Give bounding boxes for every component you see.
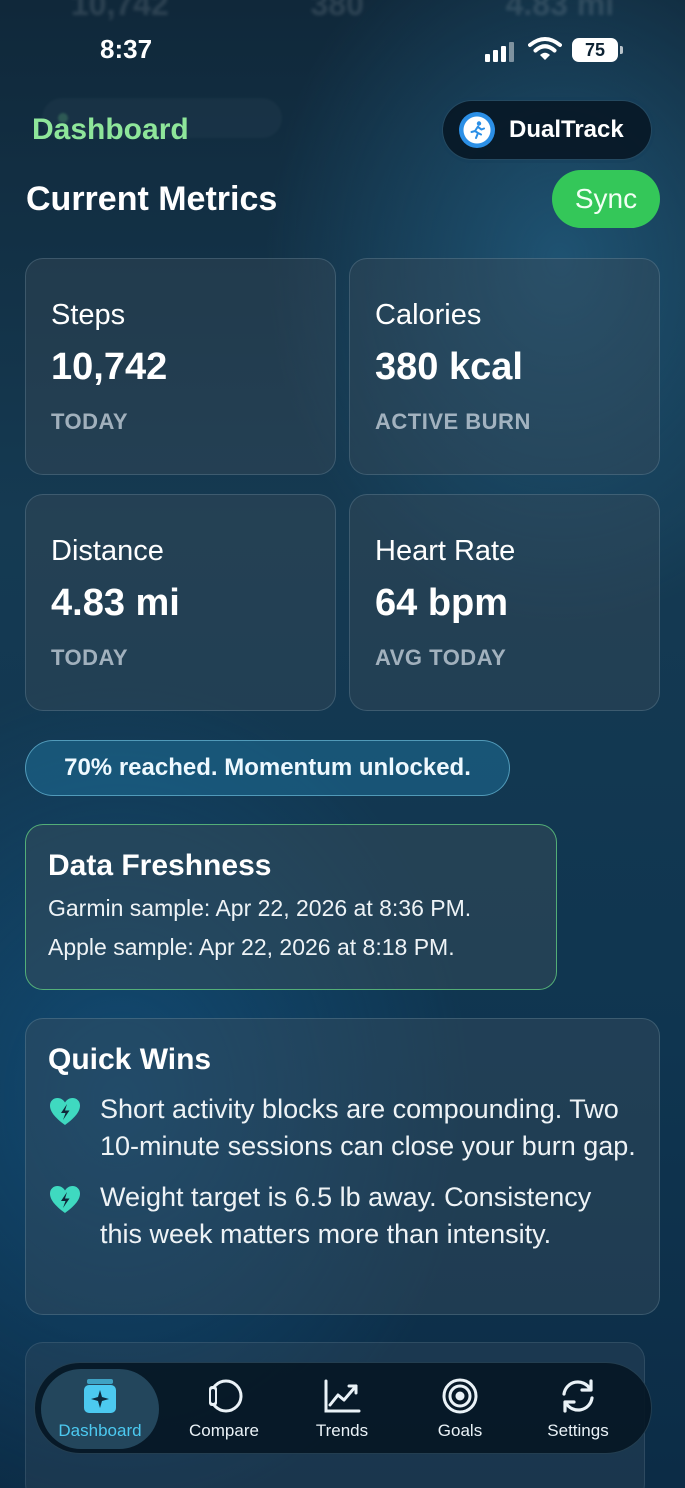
cellular-signal-icon	[485, 40, 514, 62]
target-icon	[442, 1378, 478, 1414]
metric-label: Distance	[51, 535, 164, 567]
watch-icon	[209, 1379, 243, 1413]
sync-arrows-icon	[562, 1379, 594, 1413]
brand-name: DualTrack	[509, 116, 624, 143]
card-title: Data Freshness	[48, 849, 272, 882]
section-title: Current Metrics	[26, 180, 278, 218]
status-bar: 8:37 75	[0, 0, 685, 100]
metric-label: Steps	[51, 299, 126, 331]
metric-card-distance[interactable]: Distance 4.83 mi TODAY	[25, 494, 336, 711]
tab-bar: Dashboard Compare Trends Goals Settings	[34, 1362, 652, 1454]
brand-pill[interactable]: DualTrack	[442, 100, 652, 160]
metric-subtitle: TODAY	[51, 645, 129, 670]
metric-card-calories[interactable]: Calories 380 kcal ACTIVE BURN	[349, 258, 660, 475]
tab-label: Compare	[189, 1421, 259, 1440]
tab-label: Goals	[437, 1421, 483, 1440]
metric-card-heart-rate[interactable]: Heart Rate 64 bpm AVG TODAY	[349, 494, 660, 711]
quick-wins-card: Quick Wins Short activity blocks are com…	[25, 1018, 660, 1315]
tab-label: Settings	[547, 1421, 609, 1440]
runner-icon	[470, 121, 485, 139]
metric-subtitle: AVG TODAY	[375, 645, 507, 670]
metric-value: 380 kcal	[375, 346, 523, 388]
metric-label: Calories	[375, 299, 482, 331]
tab-settings[interactable]: Settings	[519, 1369, 637, 1449]
runner-logo-icon	[459, 112, 495, 148]
card-title: Quick Wins	[48, 1043, 212, 1076]
metric-value: 10,742	[51, 346, 168, 388]
data-freshness-card: Data Freshness Garmin sample: Apr 22, 20…	[25, 824, 557, 990]
tab-dashboard[interactable]: Dashboard	[41, 1369, 159, 1449]
tab-trends[interactable]: Trends	[283, 1369, 401, 1449]
metric-label: Heart Rate	[375, 535, 516, 567]
quick-win-text: Weight target is 6.5 lb away. Consistenc…	[100, 1182, 592, 1249]
page-title: Dashboard	[32, 113, 189, 146]
quick-win-text: Short activity blocks are compounding. T…	[100, 1094, 636, 1161]
apple-sample-text: Apple sample: Apr 22, 2026 at 8:18 PM.	[48, 934, 455, 960]
list-item: Weight target is 6.5 lb away. Consistenc…	[48, 1179, 637, 1253]
heart-bolt-icon	[50, 1098, 80, 1125]
heart-bolt-icon	[50, 1186, 80, 1213]
sparkle-card-icon	[84, 1379, 116, 1413]
wifi-icon	[528, 37, 562, 60]
garmin-sample-text: Garmin sample: Apr 22, 2026 at 8:36 PM.	[48, 895, 472, 921]
progress-banner: 70% reached. Momentum unlocked.	[25, 740, 510, 796]
list-item: Short activity blocks are compounding. T…	[48, 1091, 637, 1165]
status-time: 8:37	[100, 34, 153, 64]
battery-icon: 75	[572, 38, 623, 62]
metric-value: 4.83 mi	[51, 582, 180, 624]
metric-card-steps[interactable]: Steps 10,742 TODAY	[25, 258, 336, 475]
tab-compare[interactable]: Compare	[165, 1369, 283, 1449]
sync-button[interactable]: Sync	[552, 170, 660, 228]
tab-label: Trends	[315, 1421, 369, 1440]
metric-subtitle: ACTIVE BURN	[375, 409, 531, 434]
metric-value: 64 bpm	[375, 582, 509, 624]
tab-label: Dashboard	[58, 1421, 142, 1440]
metric-subtitle: TODAY	[51, 409, 129, 434]
tab-goals[interactable]: Goals	[401, 1369, 519, 1449]
trend-chart-icon	[324, 1379, 361, 1413]
